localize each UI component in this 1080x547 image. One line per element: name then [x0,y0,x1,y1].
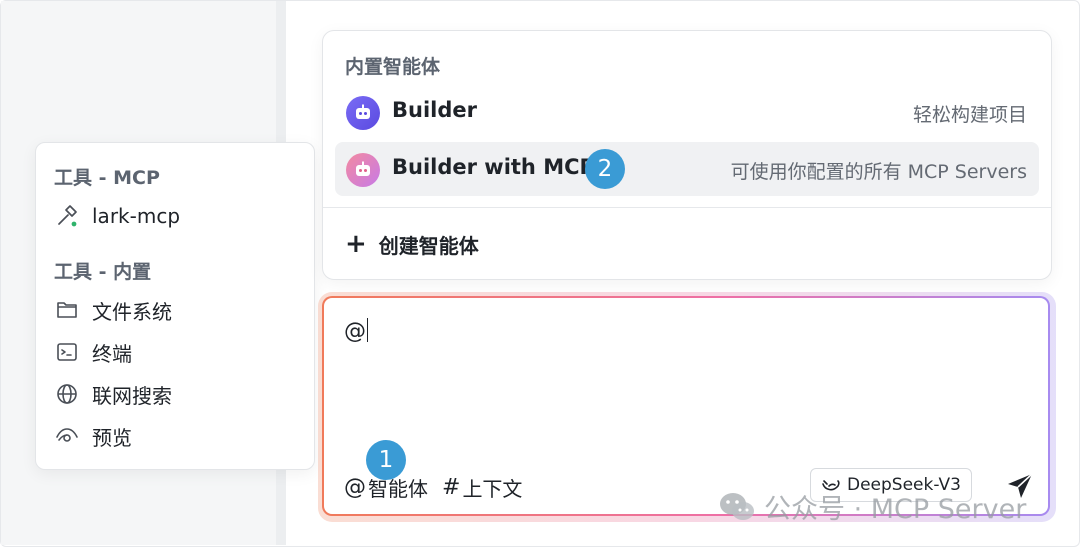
wechat-icon [718,491,756,523]
agent-description: 可使用你配置的所有 MCP Servers [730,161,1027,183]
tool-item-web-search[interactable]: 联网搜索 [54,379,172,409]
composer-input[interactable]: @ [344,318,368,344]
annotation-badge-1: 1 [366,440,406,480]
text-caret [367,318,368,342]
tool-item-label: 终端 [92,341,132,366]
tool-item-label: lark-mcp [92,204,181,228]
plus-icon: + [345,229,367,259]
tool-item-label: 联网搜索 [92,383,172,408]
globe-icon [54,381,80,407]
agent-name: Builder [392,98,477,122]
composer-input-text: @ [344,319,366,344]
builtin-agents-header: 内置智能体 [345,56,441,78]
watermark-text: 公众号 · MCP Server [764,494,1027,525]
builtin-tools-header: 工具 - 内置 [54,261,152,283]
agent-name: Builder with MCP [392,155,595,179]
separator [323,207,1051,208]
add-context-button[interactable]: # 上下文 [442,473,522,502]
create-agent-button[interactable]: + 创建智能体 [345,229,479,259]
add-context-label: 上下文 [462,477,523,501]
at-icon: @ [344,475,366,500]
chat-composer[interactable]: @ @ 智能体 # 上下文 DeepSeek-V3 [322,296,1050,516]
tool-item-preview[interactable]: 预览 [54,421,132,451]
hash-icon: # [442,475,461,500]
create-agent-label: 创建智能体 [378,233,479,258]
tool-item-terminal[interactable]: 终端 [54,337,132,367]
tool-item-label: 预览 [92,425,132,450]
hammer-icon [54,203,80,229]
annotation-badge-2: 2 [585,149,625,189]
folder-icon [54,297,80,323]
terminal-icon [54,339,80,365]
agent-description: 轻松构建项目 [912,104,1027,126]
composer-footer: @ 智能体 # 上下文 [344,473,536,502]
agent-item-builder[interactable]: Builder 轻松构建项目 [335,85,1039,139]
tool-item-label: 文件系统 [92,299,172,324]
robot-icon [346,96,380,130]
agent-item-builder-with-mcp[interactable]: Builder with MCP 可使用你配置的所有 MCP Servers [335,142,1039,196]
tool-item-lark-mcp[interactable]: lark-mcp [54,201,180,231]
tool-item-filesystem[interactable]: 文件系统 [54,295,172,325]
robot-icon [346,153,380,187]
agent-selector-panel: 内置智能体 Builder 轻松构建项目 Builder with MCP 可使… [322,30,1052,280]
tools-popover: 工具 - MCP lark-mcp 工具 - 内置 文件系统 终端 联网搜索 预… [35,142,315,470]
eye-icon [54,423,80,449]
watermark: 公众号 · MCP Server [718,487,1026,526]
mcp-tools-header: 工具 - MCP [54,167,160,189]
